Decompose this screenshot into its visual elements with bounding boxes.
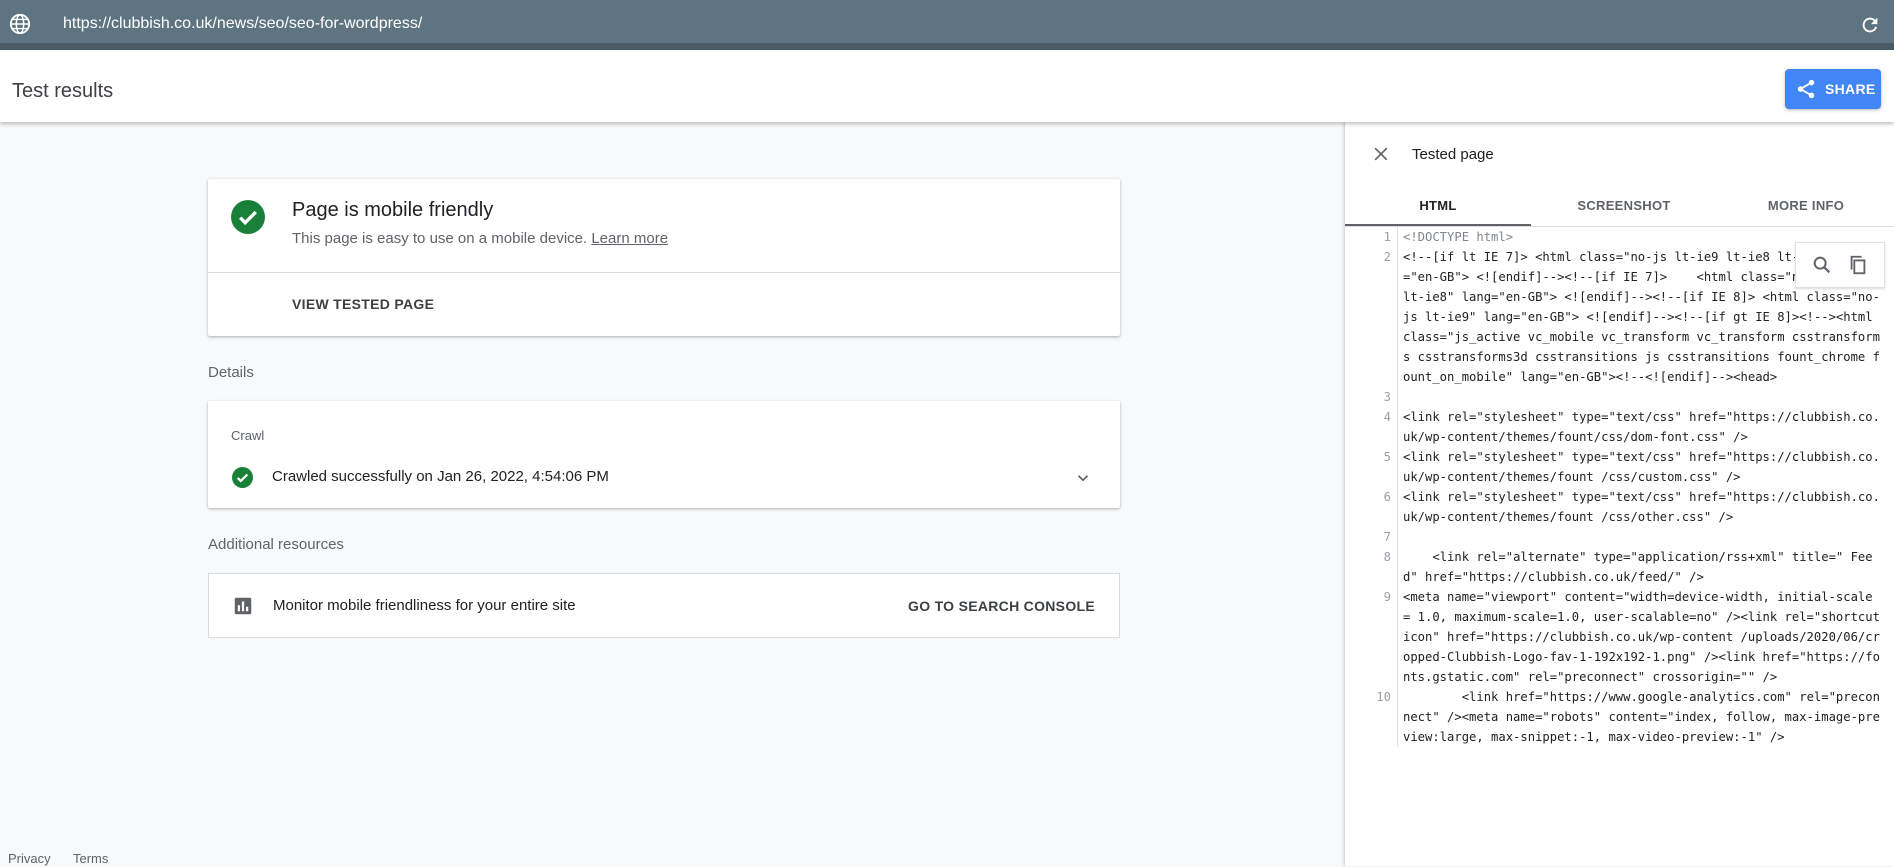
- line-number: 10: [1376, 690, 1391, 704]
- code-line: 3: [1345, 387, 1894, 407]
- check-circle-icon: [231, 200, 265, 234]
- details-label: Details: [208, 364, 254, 381]
- tab-screenshot[interactable]: SCREENSHOT: [1531, 188, 1717, 226]
- line-number: 6: [1383, 490, 1391, 504]
- view-tested-page-button[interactable]: VIEW TESTED PAGE: [292, 296, 434, 312]
- status-subtitle-text: This page is easy to use on a mobile dev…: [292, 230, 588, 247]
- divider: [208, 272, 1120, 273]
- page-title: Test results: [12, 80, 114, 102]
- line-number: 7: [1383, 530, 1391, 544]
- page-header: Test results SHARE: [0, 50, 1894, 122]
- line-content: <link href="https://www.google-analytics…: [1397, 687, 1883, 747]
- status-title: Page is mobile friendly: [292, 199, 494, 221]
- line-content: <link rel="alternate" type="application/…: [1397, 547, 1883, 587]
- tab-html[interactable]: HTML: [1345, 188, 1531, 226]
- check-circle-icon: [232, 467, 253, 488]
- status-subtitle: This page is easy to use on a mobile dev…: [292, 230, 668, 247]
- search-icon[interactable]: [1811, 254, 1833, 276]
- go-to-search-console-link[interactable]: GO TO SEARCH CONSOLE: [908, 598, 1095, 614]
- share-icon: [1797, 79, 1815, 99]
- line-number: 8: [1383, 550, 1391, 564]
- code-line: 8 <link rel="alternate" type="applicatio…: [1345, 547, 1894, 587]
- line-number: 4: [1383, 410, 1391, 424]
- line-content: <link rel="stylesheet" type="text/css" h…: [1397, 447, 1883, 487]
- tab-more-info[interactable]: MORE INFO: [1717, 188, 1894, 226]
- line-number: 9: [1383, 590, 1391, 604]
- code-line: 10 <link href="https://www.google-analyt…: [1345, 687, 1894, 747]
- bar-chart-icon: [234, 597, 252, 615]
- copy-icon[interactable]: [1847, 254, 1869, 276]
- code-toolbar: [1795, 242, 1885, 288]
- code-line: 4 <link rel="stylesheet" type="text/css" …: [1345, 407, 1894, 447]
- line-number: 2: [1383, 250, 1391, 264]
- additional-resources-label: Additional resources: [208, 536, 344, 553]
- line-content: <meta name="viewport" content="width=dev…: [1397, 587, 1883, 687]
- privacy-link[interactable]: Privacy: [8, 851, 51, 866]
- crawl-label: Crawl: [231, 428, 265, 443]
- line-number: 5: [1383, 450, 1391, 464]
- tested-page-panel: Tested page HTML SCREENSHOT MORE INFO 1 <…: [1344, 122, 1894, 866]
- chevron-down-icon[interactable]: [1074, 469, 1092, 487]
- line-content: <link rel="stylesheet" type="text/css" h…: [1397, 487, 1883, 527]
- terms-link[interactable]: Terms: [73, 851, 108, 866]
- crawl-status-text: Crawled successfully on Jan 26, 2022, 4:…: [272, 468, 609, 485]
- url-bar: https://clubbish.co.uk/news/seo/seo-for-…: [0, 0, 1894, 50]
- code-line: 6 <link rel="stylesheet" type="text/css" …: [1345, 487, 1894, 527]
- html-code-view[interactable]: 1 <!DOCTYPE html> 2 <!--[if lt IE 7]> <htm…: [1345, 227, 1894, 867]
- line-number: 1: [1383, 230, 1391, 244]
- crawl-card[interactable]: Crawl Crawled successfully on Jan 26, 20…: [208, 401, 1120, 508]
- share-label: SHARE: [1825, 81, 1876, 97]
- mobile-friendly-card: Page is mobile friendly This page is eas…: [208, 179, 1120, 336]
- globe-icon: [9, 13, 31, 35]
- code-line: 7: [1345, 527, 1894, 547]
- line-content: [1397, 527, 1883, 547]
- line-content: <link rel="stylesheet" type="text/css" h…: [1397, 407, 1883, 447]
- monitor-text: Monitor mobile friendliness for your ent…: [273, 597, 576, 614]
- panel-title: Tested page: [1412, 146, 1494, 163]
- learn-more-link[interactable]: Learn more: [591, 230, 668, 247]
- line-content: [1397, 387, 1883, 407]
- line-number: 3: [1383, 390, 1391, 404]
- url-text[interactable]: https://clubbish.co.uk/news/seo/seo-for-…: [63, 15, 422, 33]
- reload-icon[interactable]: [1859, 14, 1881, 36]
- monitor-card: Monitor mobile friendliness for your ent…: [208, 573, 1120, 638]
- close-icon[interactable]: [1371, 144, 1391, 164]
- code-line: 9 <meta name="viewport" content="width=de…: [1345, 587, 1894, 687]
- code-line: 5 <link rel="stylesheet" type="text/css" …: [1345, 447, 1894, 487]
- panel-tabs: HTML SCREENSHOT MORE INFO: [1345, 188, 1894, 227]
- share-button[interactable]: SHARE: [1785, 69, 1881, 109]
